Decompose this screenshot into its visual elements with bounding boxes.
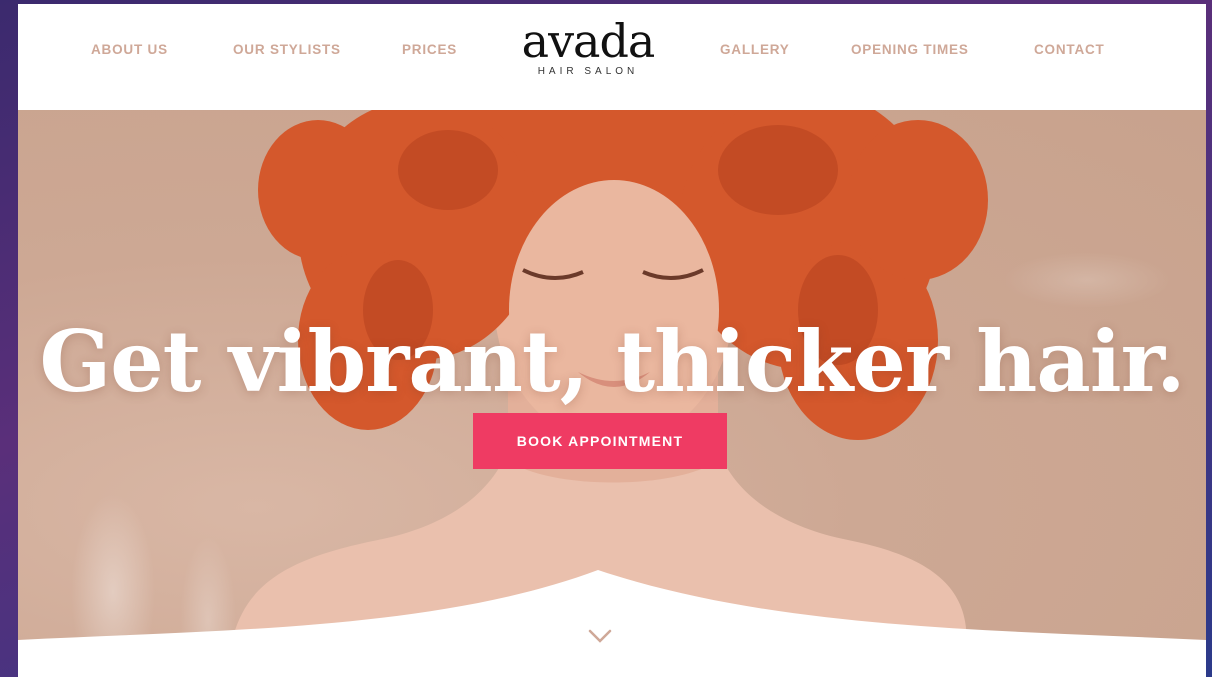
- hero-headline: Get vibrant, thicker hair.: [39, 312, 1186, 412]
- nav-prices[interactable]: PRICES: [402, 42, 457, 57]
- nav-gallery[interactable]: GALLERY: [720, 42, 790, 57]
- nav-about-us[interactable]: ABOUT US: [91, 42, 168, 57]
- logo-tagline: HAIR SALON: [537, 66, 639, 77]
- book-appointment-button[interactable]: BOOK APPOINTMENT: [473, 413, 727, 469]
- logo-wordmark: avada: [521, 14, 656, 68]
- nav-opening-times[interactable]: OPENING TIMES: [851, 42, 969, 57]
- hero-section: Get vibrant, thicker hair. BOOK APPOINTM…: [18, 110, 1206, 677]
- browser-frame: ABOUT US OUR STYLISTS PRICES avada HAIR …: [18, 4, 1206, 677]
- site-header: ABOUT US OUR STYLISTS PRICES avada HAIR …: [18, 4, 1206, 110]
- nav-contact[interactable]: CONTACT: [1034, 42, 1105, 57]
- nav-our-stylists[interactable]: OUR STYLISTS: [233, 42, 341, 57]
- chevron-down-icon[interactable]: [586, 626, 614, 646]
- site-logo[interactable]: avada HAIR SALON: [518, 18, 658, 77]
